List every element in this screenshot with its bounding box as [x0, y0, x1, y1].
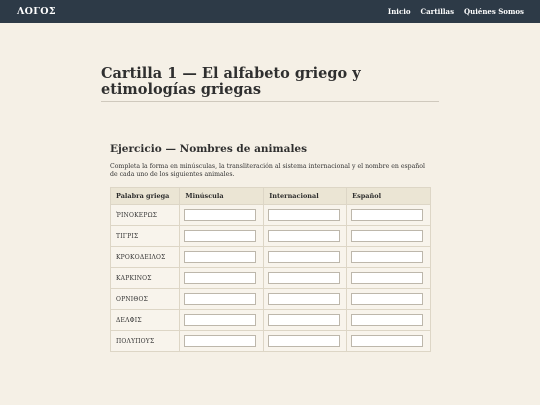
- table-row: ΚΑΡΚΙΝΟΣ: [109, 267, 431, 289]
- internacional-input[interactable]: [268, 314, 341, 326]
- espanol-input[interactable]: [351, 251, 424, 263]
- espanol-cell: [346, 204, 431, 226]
- greek-word: ΚΡΟΚΟΔΕΙΛΟΣ: [109, 246, 181, 268]
- internacional-input[interactable]: [268, 335, 341, 347]
- minuscula-input[interactable]: [184, 230, 257, 242]
- espanol-cell: [346, 267, 431, 289]
- page-title: Cartilla 1 — El alfabeto griego y etimol…: [101, 65, 361, 98]
- nav-link-quienes-somos[interactable]: Quiénes Somos: [464, 7, 524, 16]
- column-header-internacional: Internacional: [263, 187, 348, 205]
- minuscula-cell: [179, 225, 265, 247]
- internacional-cell: [263, 267, 348, 289]
- internacional-input[interactable]: [268, 251, 341, 263]
- greek-word: ΤΙΓΡΙΣ: [109, 225, 181, 247]
- table-row: ΠΟΛΥΠΟΥΣ: [109, 330, 431, 352]
- espanol-input[interactable]: [351, 314, 424, 326]
- espanol-cell: [346, 225, 431, 247]
- site-logo[interactable]: ΛΟΓΟΣ: [17, 6, 56, 17]
- exercise-table-body: ῬΙΝΟΚΕΡΩΣ ΤΙΓΡΙΣ ΚΡΟΚΟΔΕΙΛΟΣ ΚΑΡΚΙΝΟΣ ΟΡΝΙΘΟ…: [109, 204, 431, 352]
- minuscula-cell: [179, 309, 265, 331]
- espanol-input[interactable]: [351, 272, 424, 284]
- greek-word: ΔΕΛΦΙΣ: [109, 309, 181, 331]
- minuscula-input[interactable]: [184, 251, 257, 263]
- exercise-title: Ejercicio — Nombres de animales: [110, 143, 308, 155]
- table-row: ΔΕΛΦΙΣ: [109, 309, 431, 331]
- espanol-input[interactable]: [351, 293, 424, 305]
- column-header-minuscula: Minúscula: [179, 187, 265, 205]
- minuscula-cell: [179, 246, 265, 268]
- table-row: ΟΡΝΙΘΟΣ: [109, 288, 431, 310]
- internacional-cell: [263, 246, 348, 268]
- minuscula-input[interactable]: [184, 293, 257, 305]
- internacional-input[interactable]: [268, 230, 341, 242]
- greek-word: ΠΟΛΥΠΟΥΣ: [109, 330, 181, 352]
- espanol-input[interactable]: [351, 335, 424, 347]
- internacional-cell: [263, 225, 348, 247]
- table-row: ΤΙΓΡΙΣ: [109, 225, 431, 247]
- table-header-row: Palabra griega Minúscula Internacional E…: [109, 187, 431, 205]
- nav-links: Inicio Cartillas Quiénes Somos: [388, 7, 524, 16]
- espanol-cell: [346, 309, 431, 331]
- internacional-input[interactable]: [268, 293, 341, 305]
- table-row: ΚΡΟΚΟΔΕΙΛΟΣ: [109, 246, 431, 268]
- minuscula-cell: [179, 267, 265, 289]
- minuscula-cell: [179, 330, 265, 352]
- minuscula-cell: [179, 204, 265, 226]
- minuscula-cell: [179, 288, 265, 310]
- exercise-instructions: Completa la forma en minúsculas, la tran…: [110, 163, 425, 178]
- greek-word: ῬΙΝΟΚΕΡΩΣ: [109, 204, 181, 226]
- internacional-cell: [263, 288, 348, 310]
- greek-word: ΚΑΡΚΙΝΟΣ: [109, 267, 181, 289]
- espanol-input[interactable]: [351, 230, 424, 242]
- espanol-input[interactable]: [351, 209, 424, 221]
- nav-link-inicio[interactable]: Inicio: [388, 7, 411, 16]
- espanol-cell: [346, 330, 431, 352]
- greek-word: ΟΡΝΙΘΟΣ: [109, 288, 181, 310]
- nav-link-cartillas[interactable]: Cartillas: [421, 7, 454, 16]
- title-divider: [101, 101, 439, 102]
- internacional-cell: [263, 330, 348, 352]
- minuscula-input[interactable]: [184, 272, 257, 284]
- internacional-input[interactable]: [268, 272, 341, 284]
- internacional-input[interactable]: [268, 209, 341, 221]
- internacional-cell: [263, 204, 348, 226]
- internacional-cell: [263, 309, 348, 331]
- top-navbar: ΛΟΓΟΣ Inicio Cartillas Quiénes Somos: [0, 0, 540, 23]
- column-header-greek: Palabra griega: [109, 187, 181, 205]
- column-header-espanol: Español: [346, 187, 431, 205]
- minuscula-input[interactable]: [184, 209, 257, 221]
- espanol-cell: [346, 288, 431, 310]
- minuscula-input[interactable]: [184, 314, 257, 326]
- exercise-table: Palabra griega Minúscula Internacional E…: [109, 187, 431, 352]
- espanol-cell: [346, 246, 431, 268]
- table-row: ῬΙΝΟΚΕΡΩΣ: [109, 204, 431, 226]
- minuscula-input[interactable]: [184, 335, 257, 347]
